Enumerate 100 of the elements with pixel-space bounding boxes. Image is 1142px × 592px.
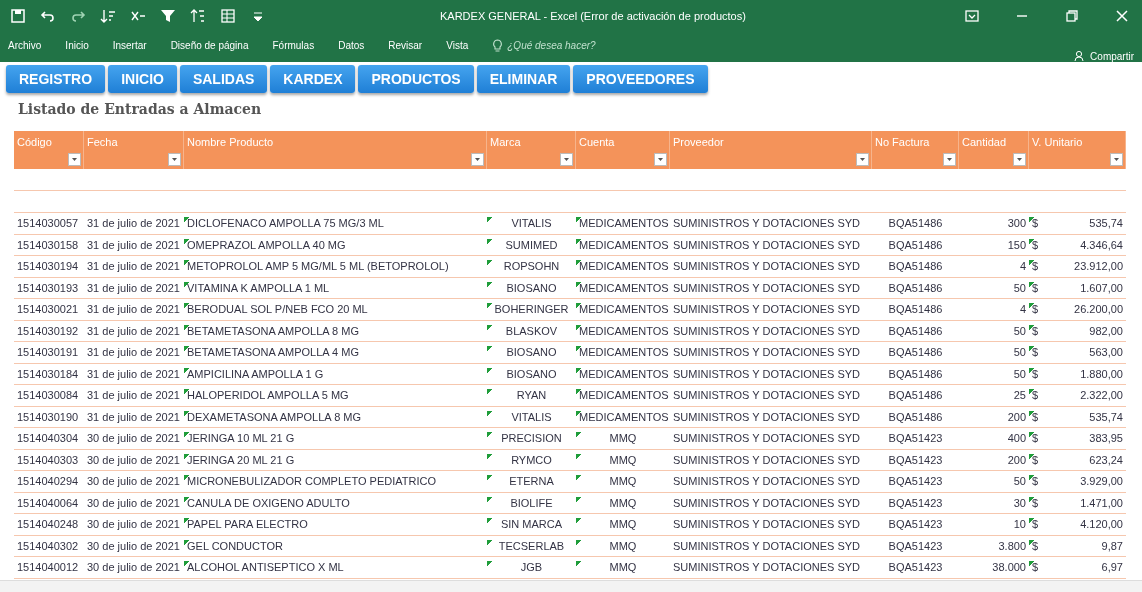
table-cell-text: SUMINISTROS Y DOTACIONES SYD [672,432,862,445]
table-cell-text: SUMINISTROS Y DOTACIONES SYD [672,518,862,531]
table-cell-text: BQA51423 [887,539,944,552]
table-cell-text: 30 de julio de 2021 [86,518,181,531]
table-cell-text: SUMINISTROS Y DOTACIONES SYD [672,389,862,402]
table-cell-text: BQA51486 [887,324,944,337]
save-icon[interactable] [10,8,26,24]
table-cell: MEDICAMENTOS [576,281,670,294]
horizontal-scrollbar[interactable] [0,580,1142,592]
menu-tab[interactable]: Vista [446,39,469,51]
table-cell-text: 50 [1012,346,1027,359]
table-cell-text: 50 [1012,281,1027,294]
window-title: KARDEX GENERAL - Excel (Error de activación de productos) [439,10,747,22]
ribbon-display-icon[interactable] [964,8,980,24]
menu-tab[interactable]: Revisar [388,39,423,51]
table-cell-text: SUMINISTROS Y DOTACIONES SYD [672,346,862,359]
table-cell-text: 1514030194 [16,260,80,273]
table-cell-text: 1514030021 [16,303,80,316]
menu-tab[interactable]: Insertar [112,39,147,51]
table-cell-text: 1514040248 [16,518,80,531]
form-icon[interactable] [220,8,236,24]
table-cell-text: SUMINISTROS Y DOTACIONES SYD [672,410,862,423]
nav-button[interactable]: PRODUCTOS [358,65,474,93]
table-cell-text: BQA51486 [887,238,944,251]
table-cell-text: 1514030191 [16,346,80,359]
filter-icon[interactable] [160,8,176,24]
table-cell-text: 50 [1012,367,1027,380]
table-cell: MEDICAMENTOS [576,260,670,273]
table-cell-text: 31 de julio de 2021 [86,389,181,402]
column-header: Marca [487,131,576,169]
table-cell-text: 31 de julio de 2021 [86,324,181,337]
table-cell-text: SUMINISTROS Y DOTACIONES SYD [672,475,862,488]
table-cell-text: BQA51486 [887,410,944,423]
table-cell-text: 31 de julio de 2021 [86,217,181,230]
menu-tab[interactable]: Fórmulas [272,39,315,51]
table-cell-text: BQA51486 [887,346,944,359]
table-cell-text: 25 [1012,389,1027,402]
table-cell-text: 38.000 [991,561,1027,574]
table-cell-text: 6,97 [1100,561,1124,574]
table-cell-text: SUMINISTROS Y DOTACIONES SYD [672,367,862,380]
table-cell-text: BQA51486 [887,260,944,273]
table-cell-text: 1514040303 [16,453,80,466]
table-cell: MEDICAMENTOS [576,346,670,359]
table-cell-text: BQA51423 [887,518,944,531]
table-cell: MEDICAMENTOS [576,389,670,402]
table-cell-text: BQA51486 [887,217,944,230]
menu-tab[interactable]: Datos [338,39,365,51]
column-header: Nombre Producto [184,131,487,169]
table-cell-text: SUMINISTROS Y DOTACIONES SYD [672,324,862,337]
table-cell-text: 1514040302 [16,539,80,552]
menu-tab[interactable]: Inicio [65,39,89,51]
table-cell-text: 26.200,00 [1073,303,1124,316]
table-cell-text: 2.322,00 [1079,389,1124,402]
sort-icon[interactable] [190,8,206,24]
sort-icon[interactable] [100,8,116,24]
table-cell: MEDICAMENTOS [576,303,670,316]
table-cell-text: 982,00 [1088,324,1124,337]
table-cell-text: 9,87 [1100,539,1124,552]
share-button[interactable]: Compartir [1090,50,1134,62]
table-cell-text: 535,74 [1088,217,1124,230]
menu-tab[interactable]: Diseño de página [170,39,249,51]
table-cell-text: SUMINISTROS Y DOTACIONES SYD [672,238,862,251]
table-cell-text: BQA51486 [887,367,944,380]
nav-button[interactable]: INICIO [108,65,177,93]
table-cell-text: 563,00 [1088,346,1124,359]
table-cell-text: 31 de julio de 2021 [86,303,181,316]
table-cell-text: 50 [1012,475,1027,488]
table-cell-text: BQA51423 [887,561,944,574]
nav-button[interactable]: PROVEEDORES [573,65,708,93]
table-cell: MEDICAMENTOS [576,217,670,230]
nav-button[interactable]: KARDEX [270,65,356,93]
table-cell-text: 4 [1018,303,1027,316]
table-cell-text: BQA51486 [887,303,944,316]
table-cell-text: 1514040012 [16,561,80,574]
table-cell-text: 1514030184 [16,367,80,380]
table-cell-text: 30 de julio de 2021 [86,496,181,509]
nav-button[interactable]: SALIDAS [179,65,268,93]
menu-tab[interactable]: Archivo [8,39,42,51]
undo-icon[interactable] [40,8,56,24]
nav-button[interactable]: ELIMINAR [476,65,571,93]
redo-icon[interactable] [70,8,86,24]
nav-button[interactable]: REGISTRO [6,65,106,93]
table-cell-text: 300 [1006,217,1027,230]
table-cell-text: 383,95 [1088,432,1124,445]
table-cell: MEDICAMENTOS [576,410,670,423]
table-cell-text: 50 [1012,324,1027,337]
table-cell-text: 1514030190 [16,410,80,423]
table-cell-text: 30 de julio de 2021 [86,475,181,488]
search-field[interactable]: ¿Qué desea hacer? [507,39,596,51]
table-cell-text: 400 [1006,432,1027,445]
table-cell-text: SUMINISTROS Y DOTACIONES SYD [672,260,862,273]
table-cell-text: 30 [1012,496,1027,509]
table-cell-text: SUMINISTROS Y DOTACIONES SYD [672,217,862,230]
table-cell-text: SUMINISTROS Y DOTACIONES SYD [672,303,862,316]
column-header: Cantidad [959,131,1029,169]
close-icon[interactable] [1114,8,1130,24]
table-cell-text: 30 de julio de 2021 [86,561,181,574]
table-cell-text: 31 de julio de 2021 [86,238,181,251]
table-cell-text: 23.912,00 [1073,260,1124,273]
restore-icon[interactable] [1064,8,1080,24]
